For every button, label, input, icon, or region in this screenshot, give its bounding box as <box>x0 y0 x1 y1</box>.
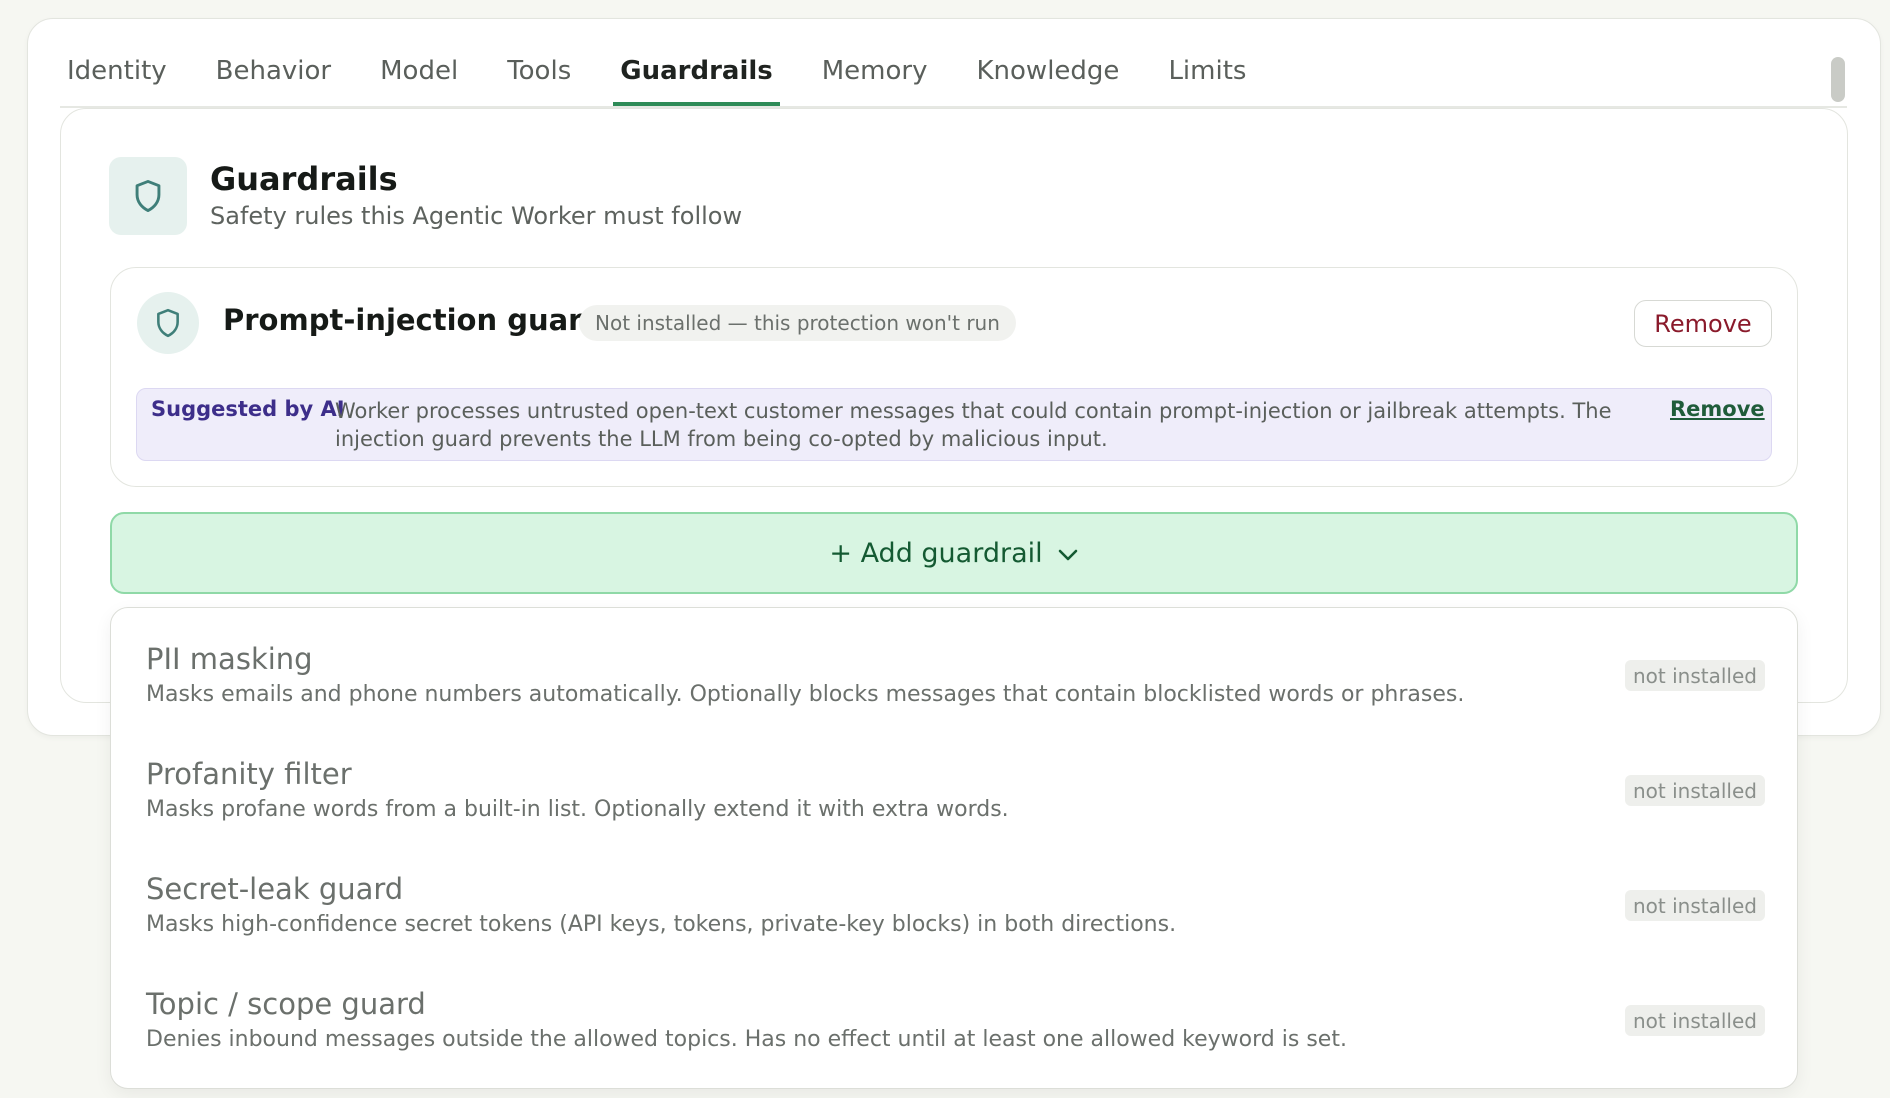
tab-limits[interactable]: Limits <box>1161 46 1253 106</box>
ai-suggestion-label: Suggested by AI <box>151 397 345 421</box>
option-description: Denies inbound messages outside the allo… <box>146 1027 1347 1052</box>
option-status-badge: not installed <box>1625 660 1765 691</box>
tab-guardrails[interactable]: Guardrails <box>613 46 780 106</box>
tab-knowledge[interactable]: Knowledge <box>970 46 1127 106</box>
option-title: Profanity filter <box>146 757 352 791</box>
page-title: Guardrails <box>210 160 398 198</box>
menu-item-topic-scope-guard[interactable]: Topic / scope guard Denies inbound messa… <box>111 953 1799 1068</box>
menu-item-secret-leak-guard[interactable]: Secret-leak guard Masks high-confidence … <box>111 838 1799 953</box>
option-status-badge: not installed <box>1625 1005 1765 1036</box>
option-status-badge: not installed <box>1625 775 1765 806</box>
scrollbar-thumb[interactable] <box>1831 57 1845 102</box>
option-status-badge: not installed <box>1625 890 1765 921</box>
shield-icon <box>109 157 187 235</box>
ai-suggestion-text: Worker processes untrusted open-text cus… <box>335 399 1612 451</box>
remove-suggestion-link[interactable]: Remove <box>1670 397 1765 421</box>
tab-model[interactable]: Model <box>373 46 465 106</box>
option-description: Masks profane words from a built-in list… <box>146 797 1009 822</box>
option-title: Secret-leak guard <box>146 872 404 906</box>
option-title: Topic / scope guard <box>146 987 426 1021</box>
option-description: Masks emails and phone numbers automatic… <box>146 682 1465 707</box>
shield-icon <box>137 292 199 354</box>
menu-item-pii-masking[interactable]: PII masking Masks emails and phone numbe… <box>111 608 1799 723</box>
option-title: PII masking <box>146 642 313 676</box>
tab-tools[interactable]: Tools <box>500 46 578 106</box>
status-badge: Not installed — this protection won't ru… <box>579 305 1016 341</box>
guardrail-options-menu: PII masking Masks emails and phone numbe… <box>110 607 1798 1089</box>
tab-bar: Identity Behavior Model Tools Guardrails… <box>60 46 1847 108</box>
tab-behavior[interactable]: Behavior <box>209 46 338 106</box>
tab-memory[interactable]: Memory <box>815 46 935 106</box>
add-guardrail-button[interactable]: + Add guardrail <box>110 512 1798 594</box>
add-guardrail-label: + Add guardrail <box>829 537 1043 569</box>
remove-guardrail-button[interactable]: Remove <box>1634 300 1772 347</box>
page-subtitle: Safety rules this Agentic Worker must fo… <box>210 202 743 230</box>
guardrail-title: Prompt-injection guard <box>223 303 604 337</box>
chevron-down-icon <box>1057 538 1079 569</box>
tab-identity[interactable]: Identity <box>60 46 174 106</box>
option-description: Masks high-confidence secret tokens (API… <box>146 912 1177 937</box>
menu-item-profanity-filter[interactable]: Profanity filter Masks profane words fro… <box>111 723 1799 838</box>
